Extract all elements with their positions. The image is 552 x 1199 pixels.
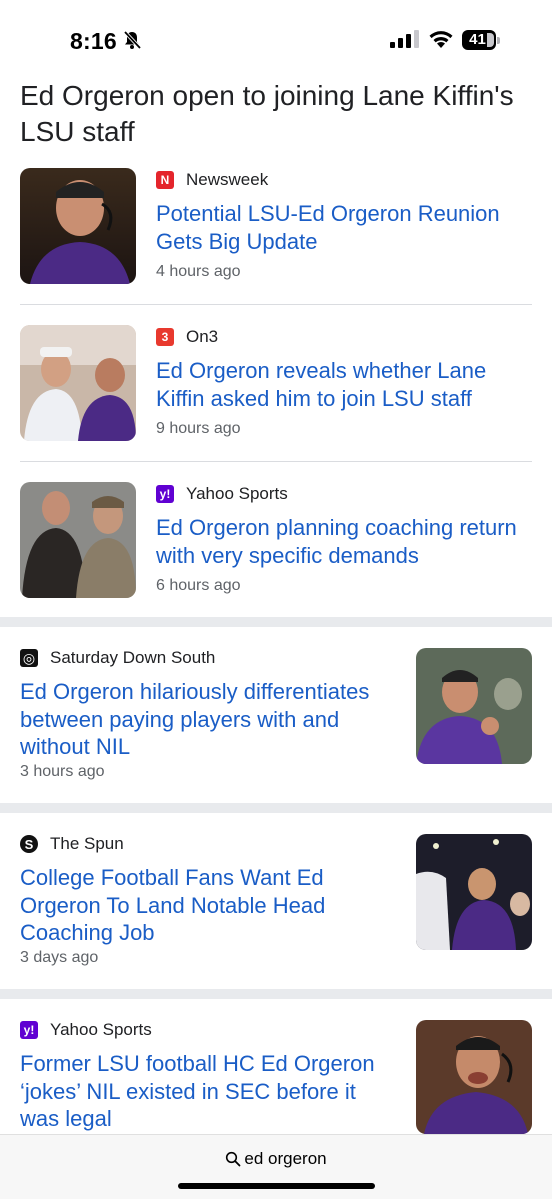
- article-card[interactable]: ◎ Saturday Down South Ed Orgeron hilario…: [0, 648, 552, 798]
- on3-logo-icon: 3: [156, 328, 174, 346]
- page-title: Ed Orgeron open to joining Lane Kiffin's…: [20, 80, 514, 147]
- status-time: 8:16: [70, 28, 117, 54]
- article-headline-link[interactable]: College Football Fans Want Ed Orgeron To…: [20, 864, 400, 947]
- source-row: y! Yahoo Sports: [156, 484, 288, 504]
- search-query-button[interactable]: ed orgeron: [0, 1149, 552, 1169]
- article-thumbnail[interactable]: [20, 168, 136, 284]
- source-row: y! Yahoo Sports: [20, 1020, 152, 1040]
- section-separator: [0, 989, 552, 999]
- article-time: 4 hours ago: [156, 263, 241, 280]
- article-card[interactable]: S The Spun College Football Fans Want Ed…: [0, 834, 552, 984]
- article-time: 3 hours ago: [20, 763, 105, 780]
- bell-muted-icon: [123, 30, 142, 50]
- article-time: 6 hours ago: [156, 577, 241, 594]
- yahoo-sports-logo-icon: y!: [156, 485, 174, 503]
- article-item[interactable]: 3 On3 Ed Orgeron reveals whether Lane Ki…: [20, 325, 532, 442]
- article-headline-link[interactable]: Ed Orgeron hilariously differentiates be…: [20, 678, 400, 761]
- article-item[interactable]: y! Yahoo Sports Ed Orgeron planning coac…: [20, 482, 532, 599]
- section-separator: [0, 617, 552, 627]
- home-indicator[interactable]: [178, 1183, 375, 1189]
- the-spun-logo-icon: S: [20, 835, 38, 853]
- source-row: N Newsweek: [156, 170, 268, 190]
- battery-icon: 41: [462, 30, 500, 50]
- source-name: The Spun: [50, 834, 124, 853]
- wifi-icon: [429, 31, 453, 48]
- article-headline-link[interactable]: Former LSU football HC Ed Orgeron ‘jokes…: [20, 1050, 400, 1133]
- divider: [20, 461, 532, 462]
- article-item[interactable]: N Newsweek Potential LSU-Ed Orgeron Reun…: [20, 168, 532, 285]
- article-time: 3 days ago: [20, 949, 99, 966]
- source-name: Yahoo Sports: [186, 484, 288, 503]
- source-name: On3: [186, 327, 219, 346]
- source-name: Newsweek: [186, 170, 269, 189]
- source-row: ◎ Saturday Down South: [20, 648, 215, 668]
- article-headline-link[interactable]: Potential LSU-Ed Orgeron Reunion Gets Bi…: [156, 200, 532, 256]
- source-name: Yahoo Sports: [50, 1020, 152, 1039]
- newsweek-logo-icon: N: [156, 171, 174, 189]
- source-row: 3 On3: [156, 327, 218, 347]
- article-thumbnail[interactable]: [416, 834, 532, 950]
- saturday-down-south-logo-icon: ◎: [20, 649, 38, 667]
- cellular-signal-icon: [390, 30, 419, 48]
- article-time: 9 hours ago: [156, 420, 241, 437]
- article-thumbnail[interactable]: [20, 325, 136, 441]
- article-headline-link[interactable]: Ed Orgeron reveals whether Lane Kiffin a…: [156, 357, 532, 413]
- article-thumbnail[interactable]: [20, 482, 136, 598]
- search-icon: [226, 1151, 241, 1167]
- article-headline-link[interactable]: Ed Orgeron planning coaching return with…: [156, 514, 532, 570]
- bottom-search-bar[interactable]: ed orgeron: [0, 1134, 552, 1199]
- article-card[interactable]: y! Yahoo Sports Former LSU football HC E…: [0, 1020, 552, 1134]
- divider: [20, 304, 532, 305]
- article-thumbnail[interactable]: [416, 1020, 532, 1134]
- section-separator: [0, 803, 552, 813]
- source-row: S The Spun: [20, 834, 124, 854]
- source-name: Saturday Down South: [50, 648, 216, 667]
- article-thumbnail[interactable]: [416, 648, 532, 764]
- yahoo-sports-logo-icon: y!: [20, 1021, 38, 1039]
- battery-level: 41: [469, 31, 486, 48]
- status-bar: 8:16 41: [0, 0, 552, 72]
- search-query-text: ed orgeron: [244, 1149, 327, 1168]
